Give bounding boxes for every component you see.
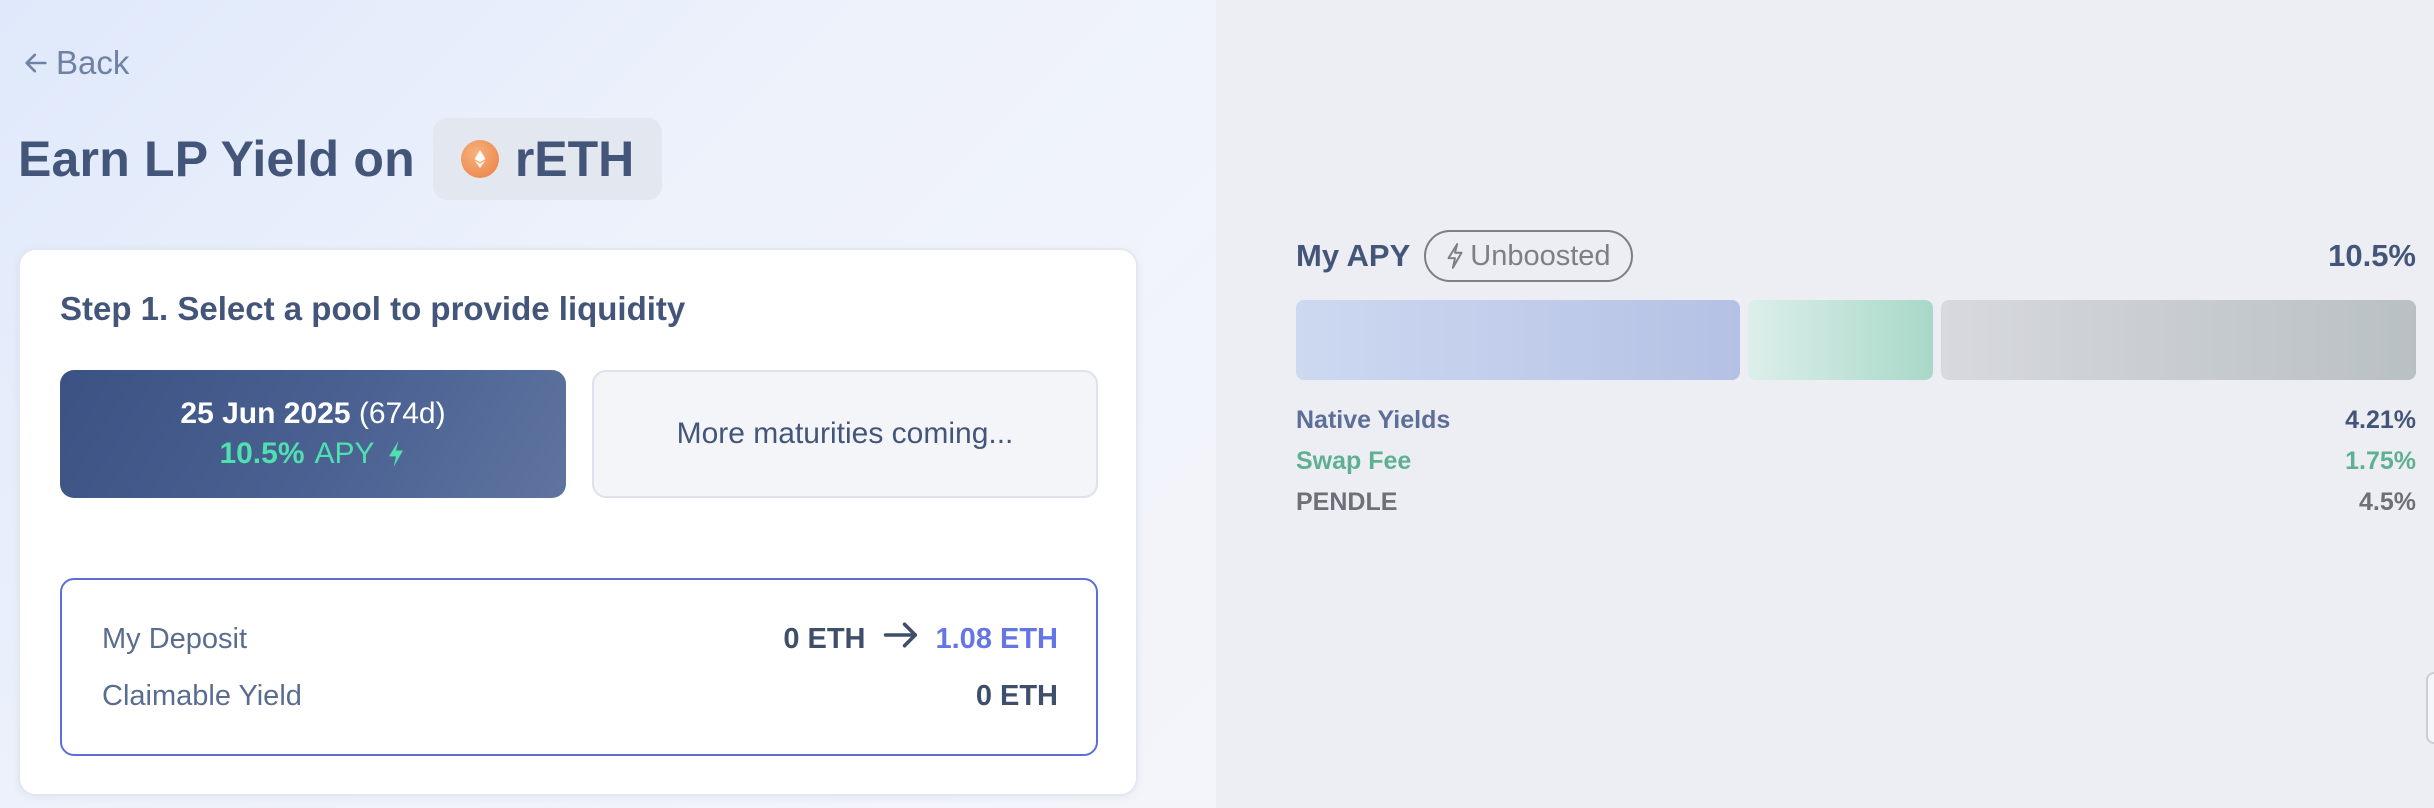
pool-selection-card: Step 1. Select a pool to provide liquidi… [18, 248, 1138, 796]
apy-label-group: My APY Unboosted [1296, 230, 1633, 282]
my-deposit-new: 1.08 ETH [935, 622, 1059, 655]
pool-date: 25 Jun 2025 [180, 397, 351, 430]
pool-maturity: 25 Jun 2025 (674d) [180, 397, 445, 431]
lightning-icon [1447, 243, 1463, 269]
back-link[interactable]: Back [22, 44, 129, 82]
legend-label: Native Yields [1296, 406, 1451, 434]
more-maturities-option[interactable]: More maturities coming... [592, 370, 1098, 498]
my-deposit-row: My Deposit 0 ETH 1.08 ETH [102, 620, 1058, 658]
pool-apy-value: 10.5% [219, 437, 305, 470]
bar-segment-native-yields [1296, 300, 1741, 380]
bar-segment-swap-fee [1748, 300, 1934, 380]
apy-header: My APY Unboosted 10.5% [1296, 230, 2416, 282]
legend-row-native-yields: Native Yields 4.21% [1296, 400, 2416, 441]
my-deposit-value: 0 ETH 1.08 ETH [783, 620, 1058, 658]
token-chip: rETH [432, 118, 663, 200]
page-title: Earn LP Yield on [18, 131, 415, 187]
arrow-right-icon [882, 620, 920, 658]
bar-segment-pendle [1941, 300, 2416, 380]
back-label: Back [56, 44, 130, 81]
pool-apy: 10.5% APY [219, 437, 406, 471]
side-drawer-handle[interactable] [2426, 672, 2434, 744]
claimable-yield-label: Claimable Yield [102, 680, 302, 712]
legend-label: Swap Fee [1296, 447, 1412, 475]
my-deposit-label: My Deposit [102, 622, 248, 655]
legend-row-pendle: PENDLE 4.5% [1296, 482, 2416, 523]
arrow-left-icon [25, 53, 47, 73]
legend-row-swap-fee: Swap Fee 1.75% [1296, 441, 2416, 482]
page-title-row: Earn LP Yield on rETH [18, 118, 663, 200]
reth-token-icon [460, 140, 499, 178]
legend-value: 1.75% [2345, 447, 2416, 475]
apy-breakdown-legend: Native Yields 4.21% Swap Fee 1.75% PENDL… [1296, 400, 2416, 523]
my-apy-label: My APY [1296, 238, 1411, 273]
my-deposit-current: 0 ETH [783, 622, 866, 655]
apy-breakdown-bar [1296, 300, 2416, 380]
boost-status-label: Unboosted [1470, 239, 1611, 272]
claimable-yield-value: 0 ETH [975, 680, 1058, 712]
legend-value: 4.5% [2359, 488, 2416, 516]
apy-total: 10.5% [2328, 238, 2416, 273]
pool-days: (674d) [358, 397, 446, 430]
claimable-yield-row: Claimable Yield 0 ETH [102, 680, 1058, 713]
pool-apy-label: APY [314, 437, 375, 470]
legend-label: PENDLE [1296, 488, 1398, 516]
step-title: Step 1. Select a pool to provide liquidi… [60, 290, 686, 327]
lightning-icon [388, 441, 403, 467]
boost-status-badge[interactable]: Unboosted [1424, 230, 1633, 282]
legend-value: 4.21% [2345, 406, 2416, 434]
left-panel: Back Earn LP Yield on rETH Step 1. Selec… [0, 0, 1216, 808]
deposit-summary: My Deposit 0 ETH 1.08 ETH Claimable Yiel… [60, 578, 1098, 756]
pool-option-selected[interactable]: 25 Jun 2025 (674d) 10.5% APY [60, 370, 566, 498]
right-panel: My APY Unboosted 10.5% Native Yields 4.2… [1216, 0, 2434, 808]
token-symbol: rETH [514, 131, 635, 187]
